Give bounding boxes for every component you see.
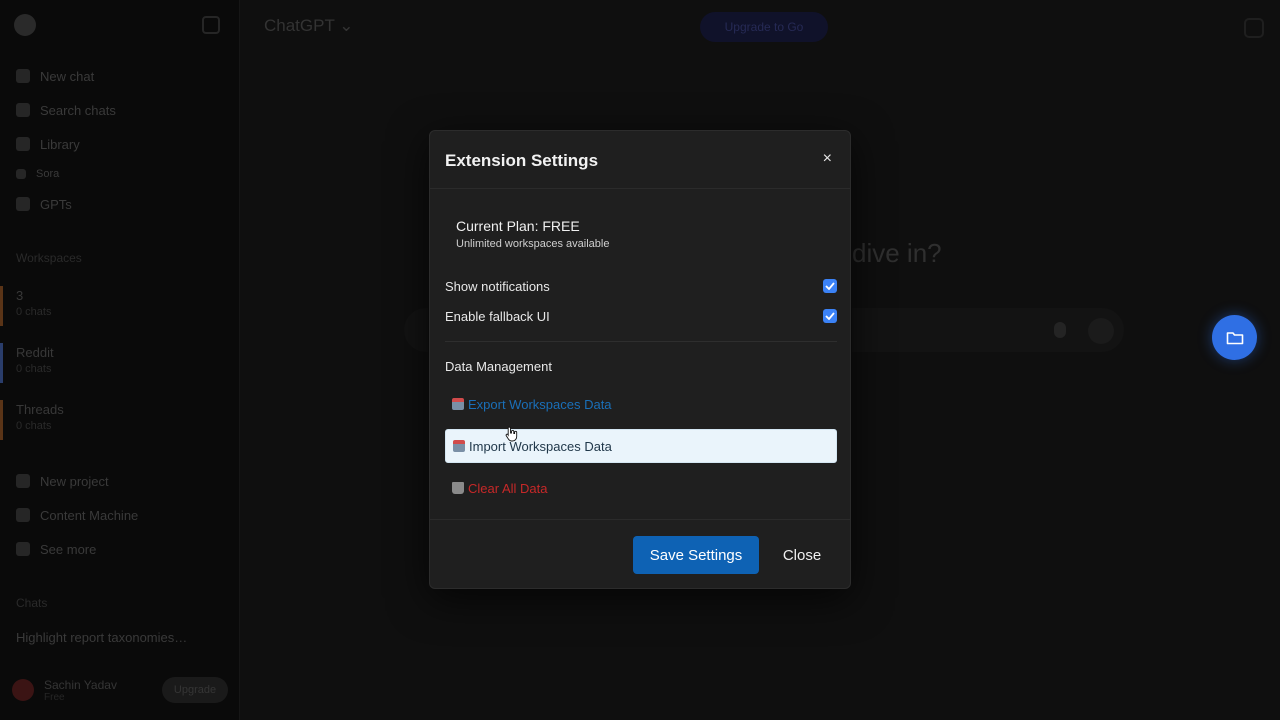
openai-logo-icon[interactable] xyxy=(14,14,36,36)
current-plan-box: Current Plan: FREE Unlimited workspaces … xyxy=(456,218,609,250)
workspaces-heading: Workspaces xyxy=(16,251,82,265)
workspace-item[interactable]: Reddit 0 chats xyxy=(0,339,238,383)
composer-left-edge xyxy=(404,308,428,352)
sidebar-item-sora[interactable]: Sora xyxy=(16,165,59,183)
outbox-tray-icon xyxy=(452,398,464,410)
upgrade-plan-button[interactable]: Upgrade to Go xyxy=(700,12,828,42)
chats-heading: Chats xyxy=(16,596,48,610)
section-divider xyxy=(445,341,837,342)
user-plan: Free xyxy=(44,691,65,703)
import-workspaces-button[interactable]: Import Workspaces Data xyxy=(445,429,837,463)
more-icon xyxy=(16,542,30,556)
option-enable-fallback-ui: Enable fallback UI xyxy=(445,306,837,326)
library-icon xyxy=(16,137,30,151)
sidebar-toggle-icon[interactable] xyxy=(202,16,220,34)
workspace-item[interactable]: Threads 0 chats xyxy=(0,396,238,440)
voice-mode-button[interactable] xyxy=(1088,318,1114,344)
sidebar-item-gpts[interactable]: GPTs xyxy=(16,195,72,213)
folder-plus-icon xyxy=(16,474,30,488)
user-profile[interactable]: Sachin Yadav Free Upgrade xyxy=(12,672,228,708)
sidebar-item-search-chats[interactable]: Search chats xyxy=(16,101,116,119)
export-workspaces-button[interactable]: Export Workspaces Data xyxy=(445,387,837,421)
edit-icon xyxy=(16,69,30,83)
workspace-folder-button[interactable] xyxy=(1212,315,1257,360)
save-settings-button[interactable]: Save Settings xyxy=(633,536,759,574)
close-icon[interactable]: × xyxy=(823,151,832,167)
chat-history-item[interactable]: Highlight report taxonomies… xyxy=(16,628,187,646)
prompt-composer[interactable] xyxy=(852,308,1124,352)
search-icon xyxy=(16,103,30,117)
sidebar-item-new-chat[interactable]: New chat xyxy=(16,67,94,85)
modal-footer-divider xyxy=(430,519,850,520)
enable-fallback-ui-checkbox[interactable] xyxy=(823,309,837,323)
main-heading: dive in? xyxy=(852,238,942,268)
user-info: Sachin Yadav Free xyxy=(44,678,117,703)
clear-all-data-button[interactable]: Clear All Data xyxy=(445,471,837,505)
option-label: Enable fallback UI xyxy=(445,308,550,324)
workspace-item[interactable]: 3 0 chats xyxy=(0,282,238,326)
extension-settings-modal: Extension Settings × Current Plan: FREE … xyxy=(429,130,851,589)
folder-icon xyxy=(16,508,30,522)
checkmark-icon xyxy=(825,312,835,320)
hand-cursor-icon xyxy=(505,426,518,442)
close-button[interactable]: Close xyxy=(773,536,831,574)
sora-icon xyxy=(16,169,26,179)
workspace-color-bar xyxy=(0,400,3,440)
chevron-down-icon: ⌄ xyxy=(339,16,354,35)
grid-icon xyxy=(16,197,30,211)
user-name: Sachin Yadav xyxy=(44,677,117,692)
temporary-chat-icon[interactable] xyxy=(1244,18,1264,38)
plan-title: Current Plan: FREE xyxy=(456,218,580,234)
option-show-notifications: Show notifications xyxy=(445,276,837,296)
folder-icon xyxy=(1226,331,1243,344)
trash-icon xyxy=(452,482,464,494)
app-window: New chat Search chats Library Sora GPTs … xyxy=(0,0,1280,720)
workspace-color-bar xyxy=(0,343,3,383)
option-label: Show notifications xyxy=(445,278,550,294)
inbox-tray-icon xyxy=(453,440,465,452)
sidebar-item-content-machine[interactable]: Content Machine xyxy=(16,506,138,524)
modal-header: Extension Settings × xyxy=(430,131,850,189)
sidebar-item-library[interactable]: Library xyxy=(16,135,80,153)
upgrade-button[interactable]: Upgrade xyxy=(162,677,228,703)
sidebar-item-see-more[interactable]: See more xyxy=(16,540,96,558)
sidebar: New chat Search chats Library Sora GPTs … xyxy=(0,0,240,720)
model-selector[interactable]: ChatGPT ⌄ xyxy=(264,16,354,36)
sidebar-top xyxy=(14,14,226,38)
plan-subtitle: Unlimited workspaces available xyxy=(456,238,610,250)
avatar xyxy=(12,679,34,701)
microphone-icon[interactable] xyxy=(1054,322,1066,338)
modal-title: Extension Settings xyxy=(445,151,599,170)
data-management-heading: Data Management xyxy=(445,359,552,374)
show-notifications-checkbox[interactable] xyxy=(823,279,837,293)
checkmark-icon xyxy=(825,282,835,290)
workspace-color-bar xyxy=(0,286,3,326)
sidebar-item-new-project[interactable]: New project xyxy=(16,472,109,490)
